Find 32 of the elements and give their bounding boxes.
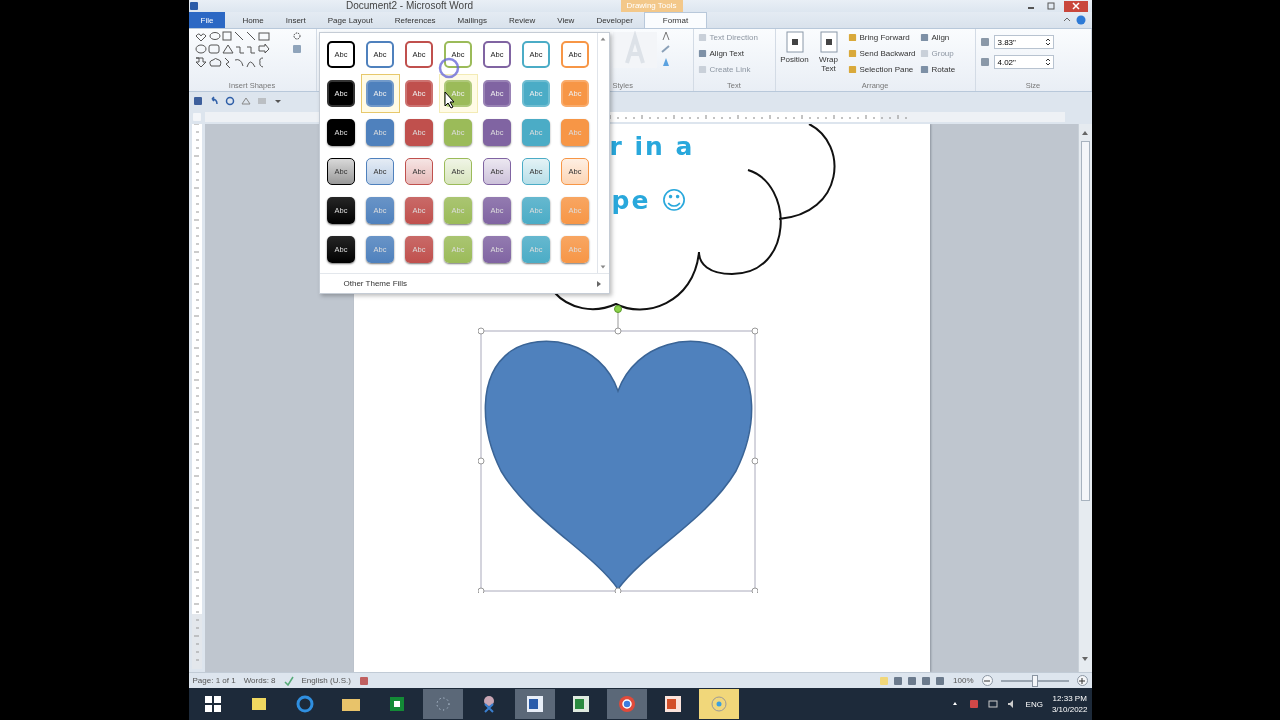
ribbon-tab[interactable]: File bbox=[188, 12, 226, 28]
ribbon-tab[interactable]: Page Layout bbox=[316, 12, 384, 28]
ribbon-button[interactable]: Send Backward bbox=[847, 47, 916, 60]
document-text: r in a bbox=[609, 132, 695, 161]
height-field[interactable]: 3.83" bbox=[993, 35, 1054, 49]
clock-date: 3/10/2022 bbox=[1051, 704, 1088, 715]
clock-time: 12:33 PM bbox=[1052, 693, 1087, 704]
contextual-tab-label: Drawing Tools bbox=[620, 0, 683, 12]
document-text: pe ☺ bbox=[611, 186, 690, 215]
ribbon-tab[interactable]: Format bbox=[643, 12, 708, 28]
word-count[interactable]: Words: 8 bbox=[243, 676, 276, 685]
zoom-level[interactable]: 100% bbox=[953, 676, 974, 685]
language-indicator[interactable]: ENG bbox=[1025, 699, 1043, 709]
ribbon-button[interactable]: Bring Forward bbox=[847, 31, 916, 44]
language-indicator[interactable]: English (U.S.) bbox=[301, 676, 351, 685]
ribbon-large-button[interactable]: Position bbox=[779, 31, 810, 80]
ribbon-button[interactable]: Rotate bbox=[919, 63, 956, 76]
ribbon-button[interactable]: Align Text bbox=[697, 47, 758, 60]
ribbon-tab[interactable]: Insert bbox=[274, 12, 317, 28]
page-count[interactable]: Page: 1 of 1 bbox=[192, 676, 236, 685]
ribbon-button[interactable]: Align bbox=[919, 31, 956, 44]
ribbon-tab[interactable]: View bbox=[546, 12, 586, 28]
ribbon-tab[interactable]: Mailings bbox=[446, 12, 498, 28]
ribbon-button[interactable]: Selection Pane bbox=[847, 63, 916, 76]
window-title: Document2 - Microsoft Word bbox=[344, 0, 475, 12]
width-field[interactable]: 4.02" bbox=[993, 55, 1054, 69]
ribbon-tab[interactable]: Home bbox=[231, 12, 275, 28]
other-theme-fills-item[interactable]: Other Theme Fills bbox=[319, 273, 609, 293]
ribbon-tab[interactable]: Review bbox=[497, 12, 547, 28]
ribbon-tab[interactable]: Developer bbox=[585, 12, 644, 28]
ribbon-tab[interactable]: References bbox=[383, 12, 447, 28]
ribbon-large-button[interactable]: Wrap Text bbox=[813, 31, 844, 80]
